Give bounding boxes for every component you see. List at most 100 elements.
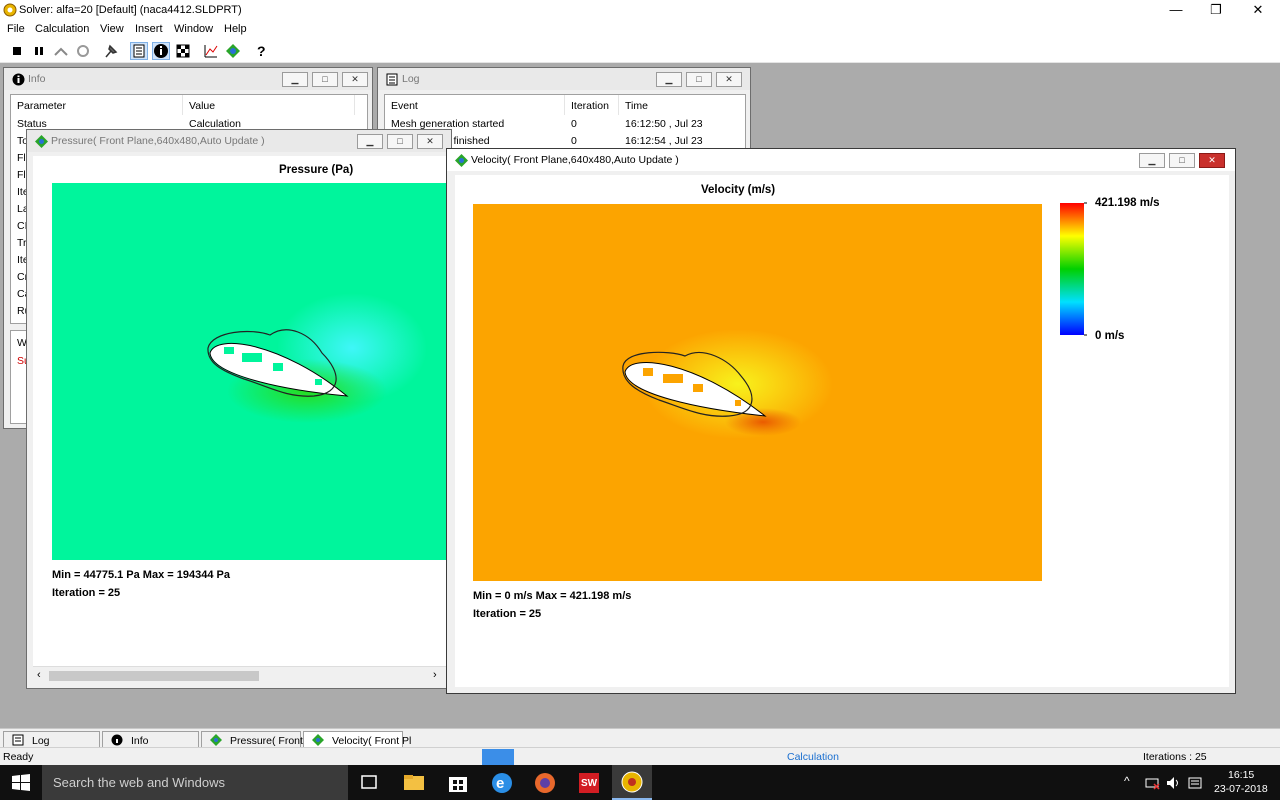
minimize-icon[interactable]: ▁ [357, 134, 383, 149]
suspend-icon[interactable] [52, 42, 70, 60]
stop-icon[interactable] [8, 42, 26, 60]
chevron-up-icon[interactable]: ^ [1124, 774, 1130, 788]
network-icon[interactable] [1144, 775, 1160, 791]
app-titlebar: Solver: alfa=20 [Default] (naca4412.SLDP… [0, 0, 1280, 20]
scroll-right-icon[interactable]: › [433, 669, 437, 681]
tab-log[interactable]: Log [3, 731, 100, 748]
mesh-cell [315, 379, 322, 385]
velocity-window-title: Velocity( Front Plane,640x480,Auto Updat… [471, 154, 679, 166]
column-header-event[interactable]: Event [385, 95, 565, 115]
store-icon[interactable] [444, 769, 472, 795]
minimize-icon[interactable]: ▁ [656, 72, 682, 87]
maximize-icon[interactable]: □ [312, 72, 338, 87]
tab-pressure[interactable]: Pressure( Front F [201, 731, 312, 748]
solidworks-icon[interactable]: SW [575, 769, 603, 795]
menu-file[interactable]: File [7, 23, 25, 35]
pressure-plot-title: Pressure (Pa) [279, 164, 354, 176]
info-window-titlebar[interactable]: Info ▁ □ ✕ [4, 68, 372, 90]
close-icon[interactable]: ✕ [716, 72, 742, 87]
solver-app-icon [621, 771, 643, 793]
help-icon[interactable]: ? [252, 42, 270, 60]
pressure-window-titlebar[interactable]: Pressure( Front Plane,640x480,Auto Updat… [27, 130, 451, 152]
close-icon[interactable]: ✕ [417, 134, 443, 149]
scrollbar-thumb[interactable] [49, 671, 259, 681]
pressure-iteration: Iteration = 25 [52, 587, 121, 599]
solver-app-icon [3, 3, 17, 17]
velocity-iteration: Iteration = 25 [473, 608, 542, 620]
menu-view[interactable]: View [100, 23, 124, 35]
mesh-cell [735, 400, 741, 406]
plot-icon [35, 135, 48, 148]
clock-time[interactable]: 16:15 [1228, 769, 1254, 781]
maximize-icon[interactable]: □ [686, 72, 712, 87]
column-header-value[interactable]: Value [183, 95, 355, 115]
mesh-cell [643, 368, 653, 376]
file-explorer-icon[interactable] [400, 769, 428, 795]
minimize-icon[interactable]: ▁ [282, 72, 308, 87]
progress-label: Calculation [787, 751, 839, 763]
clock-date[interactable]: 23-07-2018 [1214, 783, 1268, 795]
close-button[interactable]: ✕ [1238, 0, 1278, 20]
info-window-title: Info [28, 73, 46, 85]
velocity-minmax: Min = 0 m/s Max = 421.198 m/s [473, 590, 632, 602]
task-view-icon[interactable] [356, 769, 384, 795]
close-icon[interactable]: ✕ [1199, 153, 1225, 168]
log-icon [386, 73, 398, 86]
search-box[interactable]: Search the web and Windows [42, 765, 348, 800]
pin-icon[interactable] [102, 42, 120, 60]
menu-calculation[interactable]: Calculation [35, 23, 89, 35]
scroll-left-icon[interactable]: ‹ [37, 669, 41, 681]
iterations-count: Iterations : 25 [1143, 751, 1207, 763]
minimize-icon[interactable]: ▁ [1139, 153, 1165, 168]
log-iteration: 0 [571, 135, 577, 147]
plot-icon[interactable] [202, 42, 220, 60]
pause-icon[interactable] [30, 42, 48, 60]
tab-velocity[interactable]: Velocity( Front Pl [303, 731, 411, 748]
column-header-iteration[interactable]: Iteration [565, 95, 619, 115]
pressure-window[interactable]: Pressure( Front Plane,640x480,Auto Updat… [26, 129, 452, 689]
log-window-title: Log [402, 73, 420, 85]
goals-icon[interactable] [174, 42, 192, 60]
restore-button[interactable]: ❐ [1196, 0, 1236, 20]
colorbar-min-label: 0 m/s [1095, 330, 1125, 342]
pressure-canvas[interactable]: Pressure (Pa) Min = 44775.1 Pa Max = 194… [33, 156, 447, 684]
close-icon[interactable]: ✕ [342, 72, 368, 87]
progress-bar [482, 749, 514, 765]
windows-start-icon[interactable] [12, 774, 30, 792]
pressure-minmax: Min = 44775.1 Pa Max = 194344 Pa [52, 569, 230, 581]
velocity-window[interactable]: Velocity( Front Plane,640x480,Auto Updat… [446, 148, 1236, 694]
mesh-cell [273, 363, 283, 371]
minimize-button[interactable]: — [1156, 0, 1196, 20]
horizontal-scrollbar[interactable]: ‹ › [33, 666, 447, 684]
status-text: Ready [3, 751, 34, 763]
taskbar-active-app[interactable] [612, 765, 652, 800]
maximize-icon[interactable]: □ [1169, 153, 1195, 168]
log-window-titlebar[interactable]: Log ▁ □ ✕ [378, 68, 750, 90]
tab-info[interactable]: Info [102, 731, 199, 748]
notification-icon[interactable] [1187, 775, 1203, 791]
menu-insert[interactable]: Insert [135, 23, 163, 35]
column-header-parameter[interactable]: Parameter [11, 95, 183, 115]
taskbar: Search the web and Windows e SW ^ 16:15 … [0, 765, 1280, 800]
preview-icon[interactable] [224, 42, 242, 60]
pressure-contour[interactable] [52, 183, 447, 560]
status-bar: Ready Calculation Iterations : 25 [0, 747, 1280, 765]
velocity-colorbar [1060, 202, 1087, 336]
column-header-time[interactable]: Time [619, 95, 745, 115]
menu-help[interactable]: Help [224, 23, 247, 35]
log-icon[interactable] [130, 42, 148, 60]
velocity-canvas[interactable]: Velocity (m/s) 421.198 m/s 0 m/s Min = 0… [455, 175, 1229, 687]
maximize-icon[interactable]: □ [387, 134, 413, 149]
volume-icon[interactable] [1165, 775, 1181, 791]
log-time: 16:12:50 , Jul 23 [625, 118, 703, 130]
info-icon[interactable] [152, 42, 170, 60]
firefox-icon[interactable] [531, 769, 559, 795]
mesh-cell [224, 347, 234, 354]
edge-browser-icon[interactable]: e [488, 769, 516, 795]
mesh-cell [663, 374, 683, 383]
plot-icon [312, 734, 324, 746]
velocity-window-titlebar[interactable]: Velocity( Front Plane,640x480,Auto Updat… [447, 149, 1235, 171]
velocity-contour[interactable] [473, 204, 1042, 581]
refresh-icon[interactable] [74, 42, 92, 60]
menu-window[interactable]: Window [174, 23, 213, 35]
